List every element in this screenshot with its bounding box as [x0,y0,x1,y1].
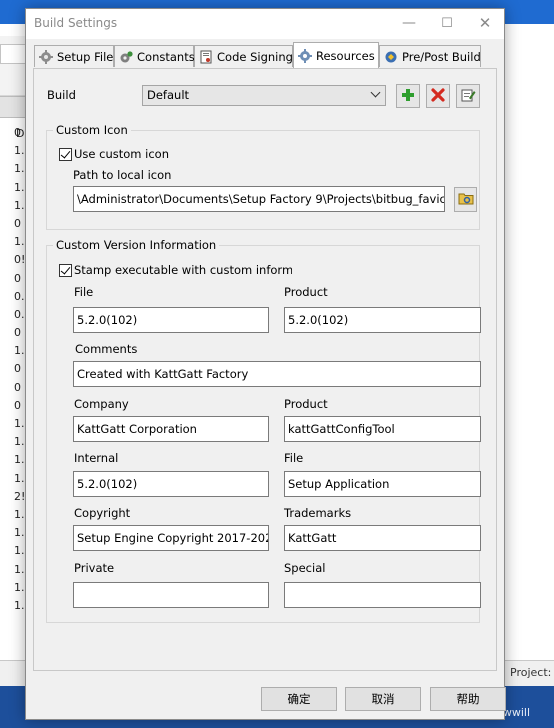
close-button[interactable]: ✕ [466,9,504,39]
build-select[interactable]: Default [142,85,386,106]
build-select-value: Default [147,88,190,102]
browse-icon-button[interactable] [454,187,477,212]
background-status-text: Project: S [510,666,554,679]
product-name-label: Product [284,397,328,411]
comments-field[interactable]: Created with KattGatt Factory [73,361,481,387]
tab-constants-label: Constants [137,49,195,64]
private-field[interactable] [73,582,269,608]
tab-pre-post-build[interactable]: Pre/Post Build [379,45,481,67]
tab-code-signing[interactable]: Code Signing [194,45,293,67]
use-custom-icon-label: Use custom icon [74,147,169,161]
custom-icon-group-title: Custom Icon [53,123,131,137]
certificate-icon [199,50,213,64]
product-version-field[interactable]: 5.2.0(102) [284,307,481,333]
file-version-field[interactable]: 5.2.0(102) [73,307,269,333]
ok-button[interactable]: 确定 [261,687,337,711]
minimize-button[interactable]: — [390,9,428,39]
file-description-field[interactable]: Setup Application [284,471,481,497]
product-version-label: Product [284,285,328,299]
maximize-button[interactable]: ☐ [428,9,466,39]
use-custom-icon-checkbox[interactable] [59,148,72,161]
special-label: Special [284,561,326,575]
file-description-label: File [284,451,304,465]
tab-resources-label: Resources [316,48,375,63]
tab-setup-file[interactable]: Setup File [34,45,114,67]
plus-icon [400,87,416,106]
dialog-title: Build Settings [34,16,118,30]
build-icon [384,50,398,64]
special-field[interactable] [284,582,481,608]
resources-gear-icon [298,48,312,63]
tab-resources[interactable]: Resources [293,42,379,68]
cancel-button[interactable]: 取消 [345,687,421,711]
tab-code-signing-label: Code Signing [217,49,293,64]
trademarks-field[interactable]: KattGatt [284,525,481,551]
remove-build-button[interactable] [426,84,450,108]
folder-browse-icon [458,190,474,209]
file-version-label: File [74,285,94,299]
tab-constants[interactable]: Constants [114,45,195,67]
internal-label: Internal [74,451,119,465]
company-label: Company [74,397,129,411]
edit-build-button[interactable] [456,84,480,108]
stamp-executable-checkbox[interactable] [59,264,72,277]
version-info-group-title: Custom Version Information [53,238,220,252]
internal-field[interactable]: 5.2.0(102) [73,471,269,497]
copyright-label: Copyright [74,506,131,520]
build-settings-dialog: Build Settings — ☐ ✕ Setup File Constant… [25,8,506,720]
product-name-field[interactable]: kattGattConfigTool [284,416,481,442]
chevron-down-icon [370,87,381,98]
title-bar[interactable]: Build Settings — ☐ ✕ [26,9,504,39]
icon-path-field[interactable]: \Administrator\Documents\Setup Factory 9… [73,186,445,212]
edit-icon [460,87,476,106]
gear-icon [39,49,53,64]
comments-label: Comments [75,342,138,356]
help-button[interactable]: 帮助 [430,687,506,711]
add-build-button[interactable] [396,84,420,108]
tab-pre-post-build-label: Pre/Post Build [402,49,481,64]
copyright-field[interactable]: Setup Engine Copyright 2017-2021 K [73,525,269,551]
build-label: Build [47,88,76,102]
tab-setup-file-label: Setup File [57,49,114,64]
background-address-box[interactable] [0,44,26,64]
path-to-local-icon-label: Path to local icon [73,168,172,182]
constants-gear-icon [119,50,133,64]
private-label: Private [74,561,115,575]
stamp-executable-label: Stamp executable with custom informatior [74,263,292,277]
red-x-icon [430,87,446,106]
trademarks-label: Trademarks [284,506,352,520]
company-field[interactable]: KattGatt Corporation [73,416,269,442]
